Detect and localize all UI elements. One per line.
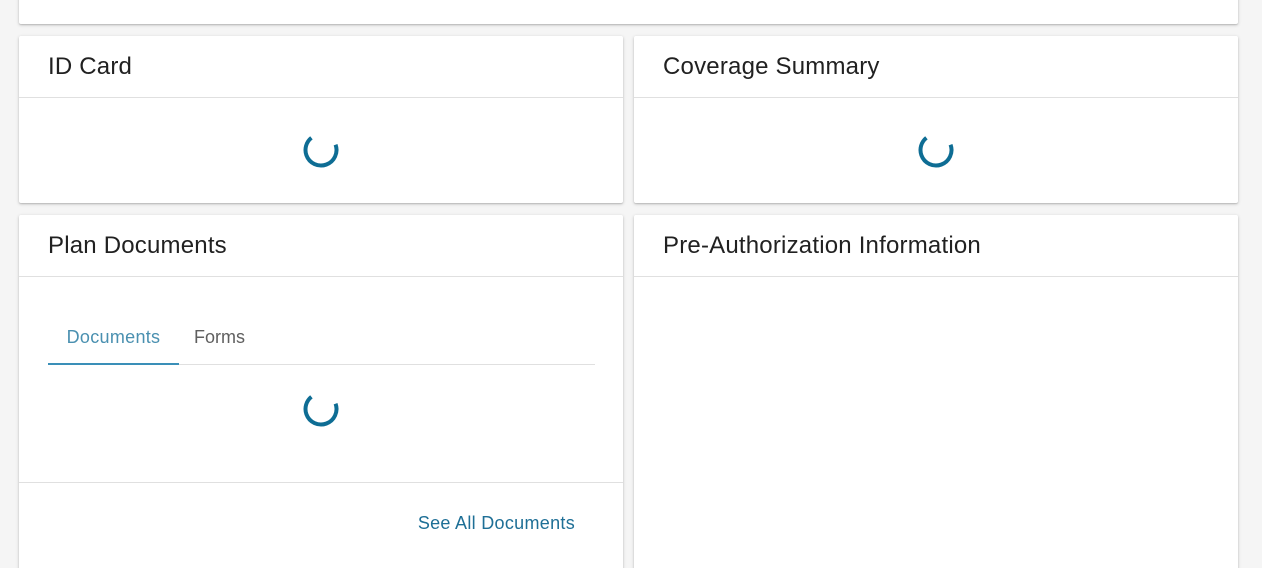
id-card-title: ID Card — [48, 53, 133, 80]
pre-authorization-panel: Pre-Authorization Information — [634, 215, 1238, 568]
top-card — [19, 0, 1238, 24]
see-all-documents-link[interactable]: See All Documents — [418, 513, 575, 534]
card-header: Plan Documents — [19, 215, 623, 277]
page: ID Card Coverage Summary Plan Documents — [0, 0, 1262, 568]
plan-documents-title: Plan Documents — [48, 232, 227, 259]
coverage-summary-title: Coverage Summary — [663, 53, 880, 80]
plan-documents-tabs: Documents Forms — [48, 311, 595, 365]
pre-authorization-title: Pre-Authorization Information — [663, 232, 981, 259]
card-header: ID Card — [19, 36, 623, 98]
tab-documents[interactable]: Documents — [48, 311, 179, 365]
card-header: Coverage Summary — [634, 36, 1238, 98]
tab-forms[interactable]: Forms — [179, 311, 259, 364]
plan-documents-panel: Plan Documents Documents Forms See All D… — [19, 215, 623, 568]
loading-spinner-icon — [303, 132, 339, 168]
loading-spinner-icon — [918, 132, 954, 168]
coverage-summary-panel: Coverage Summary — [634, 36, 1238, 203]
loading-spinner-icon — [303, 391, 339, 427]
card-header: Pre-Authorization Information — [634, 215, 1238, 277]
id-card-panel: ID Card — [19, 36, 623, 203]
plan-documents-footer: See All Documents — [19, 482, 623, 568]
